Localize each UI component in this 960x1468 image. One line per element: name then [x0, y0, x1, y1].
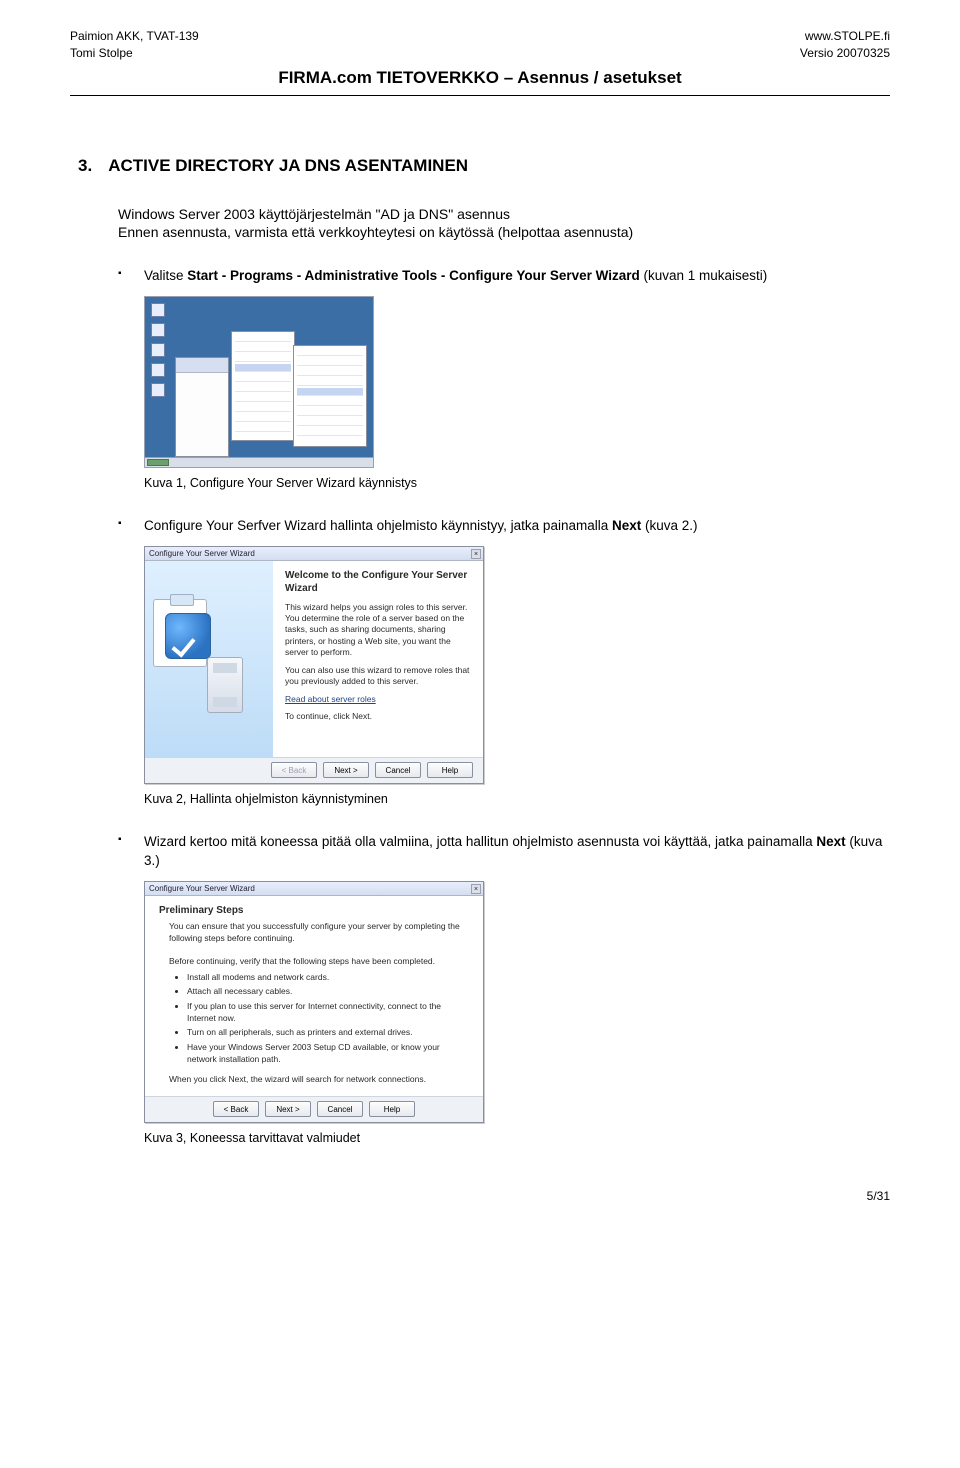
wiz3-buttons: < Back Next > Cancel Help	[145, 1096, 483, 1122]
help-button[interactable]: Help	[427, 762, 473, 778]
wizard-welcome-dialog: Configure Your Server Wizard × Welcome t…	[144, 546, 484, 784]
wiz3-li-2: If you plan to use this server for Inter…	[187, 1000, 469, 1025]
wiz2-titlebar: Configure Your Server Wizard ×	[145, 547, 483, 561]
fig1-admin-tools-menu	[293, 345, 367, 447]
document-title: FIRMA.com TIETOVERKKO – Asennus / asetuk…	[70, 66, 890, 90]
section-heading: 3. ACTIVE DIRECTORY JA DNS ASENTAMINEN	[78, 156, 890, 176]
fig1-taskbar	[145, 457, 373, 467]
fig1-start-button	[147, 459, 169, 466]
wiz2-content: Welcome to the Configure Your Server Wiz…	[273, 561, 483, 757]
cancel-button[interactable]: Cancel	[317, 1101, 363, 1117]
wizard-prelim-dialog: Configure Your Server Wizard × Prelimina…	[144, 881, 484, 1123]
page-header: Paimion AKK, TVAT-139 www.STOLPE.fi Tomi…	[70, 28, 890, 96]
section-number: 3.	[78, 156, 92, 176]
cancel-button[interactable]: Cancel	[375, 762, 421, 778]
next-button[interactable]: Next >	[265, 1101, 311, 1117]
b2-bold: Next	[612, 518, 641, 533]
wiz2-buttons: < Back Next > Cancel Help	[145, 757, 483, 783]
wiz2-link[interactable]: Read about server roles	[285, 694, 376, 704]
figure-1	[144, 296, 890, 468]
wiz2-p2: You can also use this wizard to remove r…	[285, 665, 471, 688]
wiz2-illustration	[145, 561, 273, 757]
lead-line-2: Ennen asennusta, varmista että verkkoyht…	[118, 224, 890, 240]
page: Paimion AKK, TVAT-139 www.STOLPE.fi Tomi…	[0, 0, 960, 1165]
b1-bold: Start - Programs - Administrative Tools …	[187, 268, 639, 283]
wiz3-after: When you click Next, the wizard will sea…	[169, 1073, 469, 1085]
bullet-1: Valitse Start - Programs - Administrativ…	[118, 266, 890, 286]
hdr-right-1: www.STOLPE.fi	[805, 28, 890, 45]
wiz3-lead: Before continuing, verify that the follo…	[169, 955, 469, 967]
back-button: < Back	[271, 762, 317, 778]
wiz3-sub: You can ensure that you successfully con…	[169, 920, 469, 945]
close-icon[interactable]: ×	[471, 884, 481, 894]
close-icon[interactable]: ×	[471, 549, 481, 559]
hdr-left-2: Tomi Stolpe	[70, 45, 133, 62]
b1-pre: Valitse	[144, 268, 187, 283]
wiz3-li-0: Install all modems and network cards.	[187, 971, 469, 983]
wiz3-list: Install all modems and network cards. At…	[187, 971, 469, 1065]
bullet-3: Wizard kertoo mitä koneessa pitää olla v…	[118, 832, 890, 871]
b3-pre: Wizard kertoo mitä koneessa pitää olla v…	[144, 834, 816, 849]
lead-text: Windows Server 2003 käyttöjärjestelmän "…	[118, 206, 890, 240]
wiz3-title: Configure Your Server Wizard	[149, 884, 255, 893]
fig1-desktop-icons	[151, 303, 165, 397]
wiz3-content: Preliminary Steps You can ensure that yo…	[145, 896, 483, 1096]
caption-2: Kuva 2, Hallinta ohjelmiston käynnistymi…	[144, 792, 890, 806]
wiz2-heading: Welcome to the Configure Your Server Wiz…	[285, 569, 471, 596]
bullet-2: Configure Your Serfver Wizard hallinta o…	[118, 516, 890, 536]
wiz3-titlebar: Configure Your Server Wizard ×	[145, 882, 483, 896]
figure-3: Configure Your Server Wizard × Prelimina…	[144, 881, 890, 1123]
help-button[interactable]: Help	[369, 1101, 415, 1117]
hdr-right-2: Versio 20070325	[800, 45, 890, 62]
b1-post: (kuvan 1 mukaisesti)	[640, 268, 768, 283]
wiz2-title: Configure Your Server Wizard	[149, 549, 255, 558]
wiz3-li-3: Turn on all peripherals, such as printer…	[187, 1026, 469, 1038]
b2-pre: Configure Your Serfver Wizard hallinta o…	[144, 518, 612, 533]
b2-post: (kuva 2.)	[641, 518, 697, 533]
figure-2: Configure Your Server Wizard × Welcome t…	[144, 546, 890, 784]
lead-line-1: Windows Server 2003 käyttöjärjestelmän "…	[118, 206, 890, 222]
caption-1: Kuva 1, Configure Your Server Wizard käy…	[144, 476, 890, 490]
fig1-programs-menu	[231, 331, 295, 441]
b3-bold: Next	[816, 834, 845, 849]
wiz2-p3: To continue, click Next.	[285, 711, 471, 722]
back-button[interactable]: < Back	[213, 1101, 259, 1117]
fig1-start-panel	[175, 357, 229, 457]
header-rule	[70, 95, 890, 96]
wiz3-li-1: Attach all necessary cables.	[187, 985, 469, 997]
fig1-desktop	[144, 296, 374, 468]
page-number: 5/31	[0, 1165, 960, 1217]
hdr-left-1: Paimion AKK, TVAT-139	[70, 28, 199, 45]
section-title: ACTIVE DIRECTORY JA DNS ASENTAMINEN	[108, 156, 468, 176]
wiz3-heading: Preliminary Steps	[159, 904, 469, 919]
caption-3: Kuva 3, Koneessa tarvittavat valmiudet	[144, 1131, 890, 1145]
next-button[interactable]: Next >	[323, 762, 369, 778]
wiz2-p1: This wizard helps you assign roles to th…	[285, 602, 471, 659]
wiz3-li-4: Have your Windows Server 2003 Setup CD a…	[187, 1041, 469, 1066]
